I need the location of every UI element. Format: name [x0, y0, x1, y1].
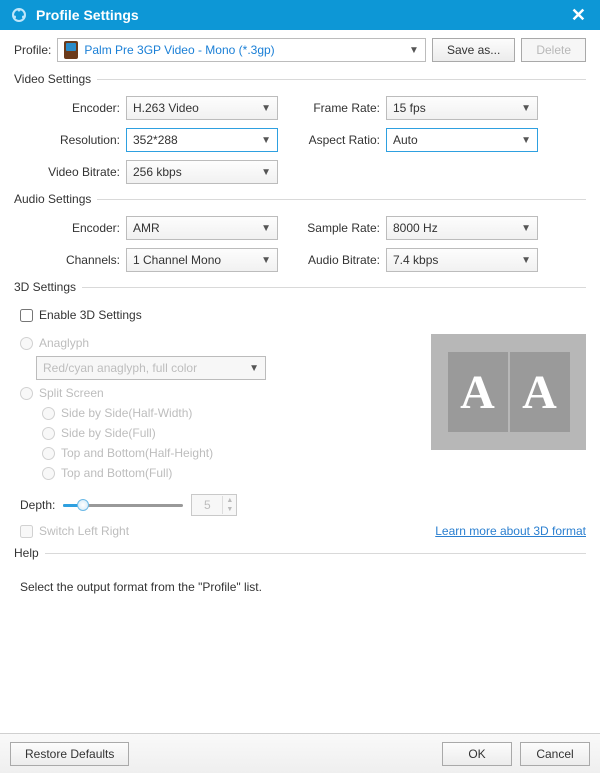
- frame-rate-select[interactable]: 15 fps▼: [386, 96, 538, 120]
- window-title: Profile Settings: [36, 7, 139, 23]
- video-bitrate-select[interactable]: 256 kbps▼: [126, 160, 278, 184]
- audio-encoder-select[interactable]: AMR▼: [126, 216, 278, 240]
- switch-lr-label: Switch Left Right: [39, 524, 129, 538]
- split-screen-label: Split Screen: [39, 386, 104, 400]
- audio-settings-group: Audio Settings Encoder: AMR▼ Sample Rate…: [14, 192, 586, 272]
- sbs-full-label: Side by Side(Full): [61, 426, 156, 440]
- help-group: Help Select the output format from the "…: [14, 546, 586, 604]
- enable-3d-checkbox[interactable]: [20, 309, 33, 322]
- titlebar: Profile Settings ✕: [0, 0, 600, 30]
- depth-slider[interactable]: [63, 497, 183, 513]
- help-legend: Help: [14, 546, 45, 560]
- sbs-full-radio: [42, 427, 55, 440]
- cancel-button[interactable]: Cancel: [520, 742, 590, 766]
- anaglyph-mode-select: Red/cyan anaglyph, full color▼: [36, 356, 266, 380]
- split-screen-radio: [20, 387, 33, 400]
- profile-select[interactable]: Palm Pre 3GP Video - Mono (*.3gp) ▼: [57, 38, 426, 62]
- enable-3d-label: Enable 3D Settings: [39, 308, 142, 322]
- chevron-down-icon: ▼: [261, 255, 271, 266]
- 3d-settings-group: 3D Settings Enable 3D Settings Anaglyph …: [14, 280, 586, 538]
- chevron-down-icon: ▼: [521, 103, 531, 114]
- profile-label: Profile:: [14, 43, 51, 57]
- tb-full-radio: [42, 467, 55, 480]
- audio-bitrate-label: Audio Bitrate:: [284, 253, 380, 267]
- slider-thumb-icon: [77, 499, 89, 511]
- chevron-down-icon: ▼: [261, 167, 271, 178]
- chevron-down-icon: ▼: [261, 103, 271, 114]
- video-encoder-label: Encoder:: [20, 101, 120, 115]
- app-icon: [10, 6, 28, 24]
- resolution-label: Resolution:: [20, 133, 120, 147]
- audio-encoder-label: Encoder:: [20, 221, 120, 235]
- delete-button: Delete: [521, 38, 586, 62]
- anaglyph-radio: [20, 337, 33, 350]
- save-as-button[interactable]: Save as...: [432, 38, 515, 62]
- chevron-down-icon: ▼: [223, 505, 236, 514]
- anaglyph-label: Anaglyph: [39, 336, 89, 350]
- switch-lr-checkbox: [20, 525, 33, 538]
- ok-button[interactable]: OK: [442, 742, 512, 766]
- 3d-preview: A A: [431, 334, 586, 450]
- video-settings-group: Video Settings Encoder: H.263 Video▼ Fra…: [14, 72, 586, 184]
- footer: Restore Defaults OK Cancel: [0, 733, 600, 773]
- sample-rate-select[interactable]: 8000 Hz▼: [386, 216, 538, 240]
- sbs-half-radio: [42, 407, 55, 420]
- chevron-down-icon: ▼: [521, 135, 531, 146]
- chevron-down-icon: ▼: [261, 223, 271, 234]
- audio-bitrate-select[interactable]: 7.4 kbps▼: [386, 248, 538, 272]
- depth-label: Depth:: [20, 498, 55, 512]
- depth-spinner: 5 ▲▼: [191, 494, 237, 516]
- video-encoder-select[interactable]: H.263 Video▼: [126, 96, 278, 120]
- restore-defaults-button[interactable]: Restore Defaults: [10, 742, 129, 766]
- channels-select[interactable]: 1 Channel Mono▼: [126, 248, 278, 272]
- channels-label: Channels:: [20, 253, 120, 267]
- aspect-ratio-select[interactable]: Auto▼: [386, 128, 538, 152]
- learn-more-link[interactable]: Learn more about 3D format: [435, 524, 586, 538]
- video-legend: Video Settings: [14, 72, 97, 86]
- audio-legend: Audio Settings: [14, 192, 97, 206]
- preview-left-glyph: A: [448, 352, 508, 432]
- help-text: Select the output format from the "Profi…: [20, 580, 580, 594]
- sbs-half-label: Side by Side(Half-Width): [61, 406, 192, 420]
- chevron-down-icon: ▼: [261, 135, 271, 146]
- resolution-select[interactable]: 352*288▼: [126, 128, 278, 152]
- profile-name: Palm Pre 3GP Video - Mono (*.3gp): [84, 43, 403, 57]
- video-bitrate-label: Video Bitrate:: [20, 165, 120, 179]
- depth-value: 5: [192, 498, 222, 512]
- device-icon: [64, 41, 78, 59]
- chevron-down-icon: ▼: [249, 363, 259, 374]
- sample-rate-label: Sample Rate:: [284, 221, 380, 235]
- close-icon[interactable]: ✕: [567, 5, 590, 26]
- frame-rate-label: Frame Rate:: [284, 101, 380, 115]
- preview-right-glyph: A: [510, 352, 570, 432]
- 3d-legend: 3D Settings: [14, 280, 82, 294]
- aspect-ratio-label: Aspect Ratio:: [284, 133, 380, 147]
- tb-half-radio: [42, 447, 55, 460]
- tb-full-label: Top and Bottom(Full): [61, 466, 172, 480]
- chevron-down-icon: ▼: [521, 223, 531, 234]
- chevron-down-icon: ▼: [521, 255, 531, 266]
- tb-half-label: Top and Bottom(Half-Height): [61, 446, 213, 460]
- chevron-up-icon: ▲: [223, 496, 236, 505]
- chevron-down-icon: ▼: [409, 45, 419, 56]
